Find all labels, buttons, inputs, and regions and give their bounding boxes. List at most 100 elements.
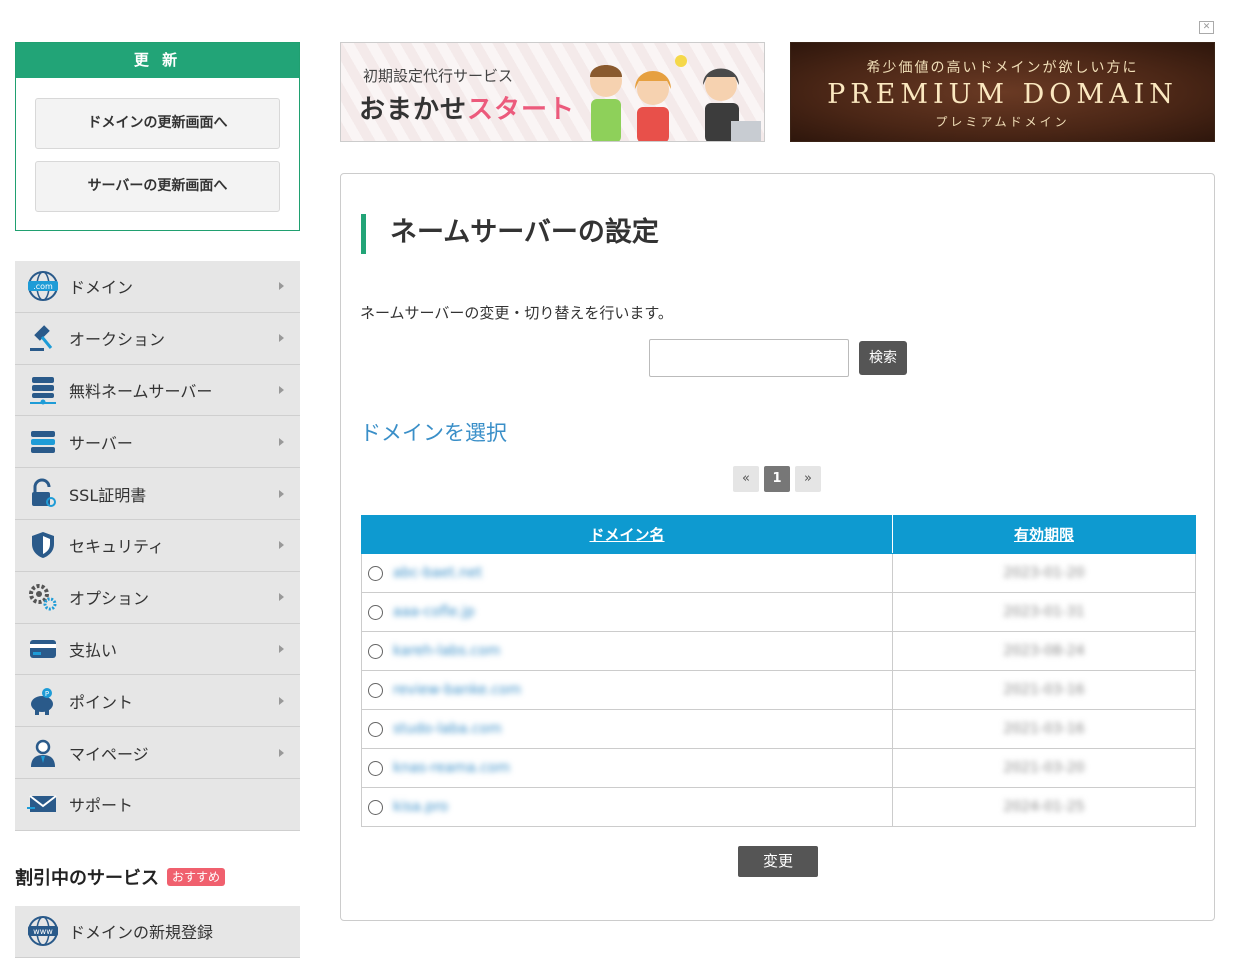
domain-radio[interactable] [368,604,383,620]
sidebar-item-label: セキュリティ [69,537,165,557]
table-row: kisa.pro 2024-01-25 [361,787,1196,827]
sidebar-item-label: オークション [69,330,166,350]
pager-page-button[interactable]: 1 [764,466,790,492]
sidebar-item-server[interactable]: サーバー [15,416,300,469]
sidebar-item-label: 支払い [69,640,118,660]
banner-title: PREMIUM DOMAIN [827,79,1178,110]
domain-name: knas-reama.com [393,760,511,776]
gavel-icon [27,322,59,354]
sidebar-item-security[interactable]: セキュリティ [15,519,300,572]
renew-header: 更 新 [16,43,299,78]
sidebar-item-mypage[interactable]: マイページ [15,727,300,779]
table-row: review-banke.com 2021-03-16 [361,670,1196,710]
domain-radio[interactable] [368,760,383,776]
search-input[interactable] [649,339,849,377]
svg-text:.com: .com [33,282,53,291]
chevron-right-icon [279,282,284,291]
table-row: abc-baet.net 2023-01-20 [361,553,1196,593]
user-icon [27,737,59,769]
search-button[interactable]: 検索 [859,341,907,375]
people-illustration [590,55,761,141]
renew-box: 更 新 ドメインの更新画面へ サーバーの更新画面へ [15,42,300,231]
close-icon[interactable]: ✕ [1199,21,1214,34]
sidebar-item-ssl[interactable]: SSL証明書 [15,468,300,520]
domain-renew-button[interactable]: ドメインの更新画面へ [35,98,280,149]
sidebar-item-label: ドメインの新規登録 [69,923,214,943]
domain-name: aaa-cofle.jp [393,604,475,620]
server-renew-button[interactable]: サーバーの更新画面へ [35,161,280,212]
mail-icon [27,788,59,820]
sidebar-item-label: ポイント [69,692,134,712]
banner-subtitle: 初期設定代行サービス [363,67,514,85]
sidebar-item-payment[interactable]: 支払い [15,623,300,676]
expiry-date: 2021-03-16 [1003,721,1085,737]
sidebar-item-free-nameserver[interactable]: 無料ネームサーバー [15,364,300,417]
expiry-date: 2023-01-20 [1003,565,1085,581]
chevron-right-icon [279,593,284,602]
domain-radio[interactable] [368,721,383,737]
chevron-right-icon [279,644,284,653]
globe-com-icon: .com [27,270,59,302]
sidebar-item-label: ドメイン [69,278,134,298]
domain-name: studo-laba.com [393,721,502,737]
domain-radio[interactable] [368,643,383,659]
sidebar-item-label: SSL証明書 [69,485,147,505]
credit-card-icon [27,633,59,665]
svg-text:www: www [33,927,53,936]
page-description: ネームサーバーの変更・切り替えを行います。 [360,304,673,322]
table-header-row: ドメイン名 有効期限 [361,515,1196,554]
domain-radio[interactable] [368,682,383,698]
sidebar-item-label: オプション [69,589,150,609]
column-header-expiry[interactable]: 有効期限 [892,515,1196,554]
sidebar-item-label: マイページ [69,744,149,764]
expiry-date: 2023-01-31 [1003,604,1085,620]
premium-domain-banner[interactable]: 希少価値の高いドメインが欲しい方に PREMIUM DOMAIN プレミアムドメ… [790,42,1215,142]
chevron-right-icon [279,748,284,757]
piggy-bank-icon: P [27,685,59,717]
domain-name: kareh-labs.com [393,643,501,659]
banner-subtitle: 希少価値の高いドメインが欲しい方に [866,60,1139,76]
chevron-right-icon [279,334,284,343]
main-panel: ネームサーバーの設定 ネームサーバーの変更・切り替えを行います。 検索 ドメイン… [340,173,1215,921]
select-domain-heading: ドメインを選択 [360,421,507,445]
lock-key-icon [27,478,59,510]
gears-icon [27,581,59,613]
sidebar-item-auction[interactable]: オークション [15,312,300,365]
sidebar-item-support[interactable]: サポート [15,778,300,831]
sidebar-item-label: サーバー [69,433,133,453]
server-network-icon [27,374,59,406]
pager-prev-button[interactable]: « [733,466,759,492]
discount-section-title: 割引中のサービス おすすめ [15,864,226,890]
domain-name: abc-baet.net [393,565,483,581]
pagination: « 1 » [733,466,821,492]
expiry-date: 2021-03-16 [1003,682,1085,698]
sidebar-item-domain[interactable]: .com ドメイン [15,261,300,313]
change-button[interactable]: 変更 [738,846,818,877]
discount-menu: www ドメインの新規登録 [15,906,300,958]
sidebar-item-option[interactable]: オプション [15,571,300,624]
sidebar-item-domain-register[interactable]: www ドメインの新規登録 [15,906,300,958]
chevron-right-icon [279,541,284,550]
expiry-date: 2021-03-20 [1003,760,1085,776]
svg-text:P: P [45,690,49,698]
domain-radio[interactable] [368,799,383,815]
sidebar-item-label: 無料ネームサーバー [69,381,213,401]
chevron-right-icon [279,385,284,394]
table-row: knas-reama.com 2021-03-20 [361,748,1196,788]
omakase-start-banner[interactable]: 初期設定代行サービス おまかせスタート [340,42,765,142]
chevron-right-icon [279,437,284,446]
domain-name: review-banke.com [393,682,522,698]
table-row: aaa-cofle.jp 2023-01-31 [361,592,1196,632]
sidebar-item-points[interactable]: P ポイント [15,675,300,728]
banner-title: おまかせスタート [359,95,576,125]
domain-table: ドメイン名 有効期限 abc-baet.net 2023-01-20 aaa-c… [361,515,1196,827]
globe-www-icon: www [27,915,59,947]
column-header-domain[interactable]: ドメイン名 [361,515,893,554]
sidebar-menu: .com ドメイン オークション 無料ネームサーバー サーバー SSL証明書 セ… [15,261,300,831]
pager-next-button[interactable]: » [795,466,821,492]
domain-radio[interactable] [368,565,383,581]
table-row: studo-laba.com 2021-03-16 [361,709,1196,749]
table-row: kareh-labs.com 2023-08-24 [361,631,1196,671]
chevron-right-icon [279,696,284,705]
recommend-badge: おすすめ [167,868,226,886]
